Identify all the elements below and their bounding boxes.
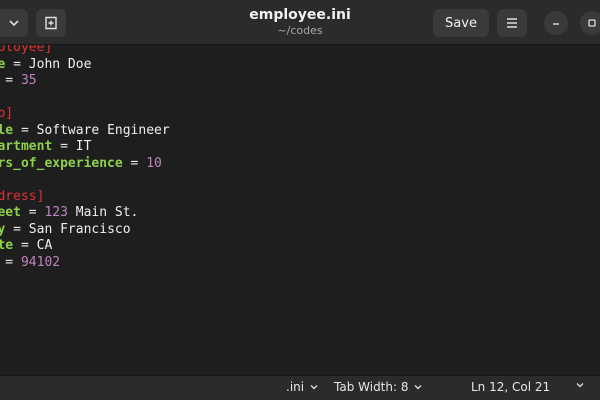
main-menu-button[interactable] bbox=[497, 9, 527, 37]
language-selector[interactable]: .ini bbox=[286, 380, 319, 394]
insert-mode-selector[interactable] bbox=[575, 380, 585, 390]
minimize-button[interactable] bbox=[544, 11, 568, 35]
chevron-down-icon bbox=[415, 385, 422, 390]
section-header: [Address] bbox=[0, 188, 45, 204]
code-line: title = Software Engineer bbox=[0, 123, 170, 140]
chevron-down-icon bbox=[310, 385, 318, 390]
value-string: IT bbox=[75, 139, 92, 154]
hamburger-menu-icon bbox=[507, 18, 517, 28]
key-name: department bbox=[0, 139, 53, 154]
equals-sign: = bbox=[13, 122, 37, 138]
cursor-position-label: Ln 12, Col 21 bbox=[471, 380, 551, 394]
code-line: department = IT bbox=[0, 139, 170, 156]
key-name: title bbox=[0, 122, 14, 138]
equals-sign: = bbox=[5, 221, 29, 237]
value-string: Main St. bbox=[67, 205, 139, 220]
code-line: state = CA bbox=[0, 238, 170, 255]
key-name: years_of_experience bbox=[0, 155, 123, 171]
equals-sign: = bbox=[5, 56, 29, 72]
code-line: years_of_experience = 10 bbox=[0, 156, 170, 173]
code-line: age = 35 bbox=[0, 73, 170, 90]
equals-sign: = bbox=[20, 205, 45, 220]
status-bar: .ini Tab Width: 8 Ln 12, Col 21 bbox=[0, 375, 600, 400]
value-string: San Francisco bbox=[28, 221, 131, 237]
chevron-down-icon bbox=[576, 383, 584, 388]
tab-width-label: Tab Width: 8 bbox=[334, 380, 409, 394]
code-line: name = John Doe bbox=[0, 57, 170, 74]
code-line: [Address] bbox=[0, 189, 170, 206]
tab-width-selector[interactable]: Tab Width: 8 bbox=[334, 380, 423, 394]
minimize-icon bbox=[553, 23, 559, 25]
text-editor-area[interactable]: [Employee]name = John Doeage = 35 [Job]t… bbox=[0, 45, 600, 375]
cursor-position[interactable]: Ln 12, Col 21 bbox=[471, 380, 550, 394]
value-number: 10 bbox=[146, 155, 162, 171]
section-header: [Job] bbox=[0, 106, 14, 121]
value-number: 35 bbox=[20, 73, 37, 88]
key-name: state bbox=[0, 238, 14, 253]
equals-sign: = bbox=[122, 155, 147, 171]
value-string: CA bbox=[36, 238, 53, 253]
maximize-button[interactable] bbox=[580, 11, 600, 35]
section-header: [Employee] bbox=[0, 45, 53, 55]
equals-sign: = bbox=[52, 139, 76, 154]
value-number: 123 bbox=[44, 205, 68, 220]
save-button[interactable]: Save bbox=[433, 9, 489, 37]
value-number: 94102 bbox=[20, 254, 61, 270]
code-line: [Job] bbox=[0, 106, 170, 123]
code-view: [Employee]name = John Doeage = 35 [Job]t… bbox=[0, 45, 170, 271]
equals-sign: = bbox=[5, 254, 14, 270]
language-label: .ini bbox=[286, 380, 305, 394]
code-line: zip = 94102 bbox=[0, 255, 170, 272]
code-line: [Employee] bbox=[0, 45, 170, 57]
maximize-icon bbox=[588, 19, 596, 27]
value-string: John Doe bbox=[28, 56, 92, 72]
code-line: city = San Francisco bbox=[0, 222, 170, 239]
equals-sign: = bbox=[5, 73, 14, 88]
value-string: Software Engineer bbox=[36, 122, 170, 138]
code-line: street = 123 Main St. bbox=[0, 205, 170, 222]
key-name: street bbox=[0, 205, 21, 220]
equals-sign: = bbox=[13, 238, 37, 253]
header-bar: employee.ini ~/codes Save bbox=[0, 0, 600, 45]
